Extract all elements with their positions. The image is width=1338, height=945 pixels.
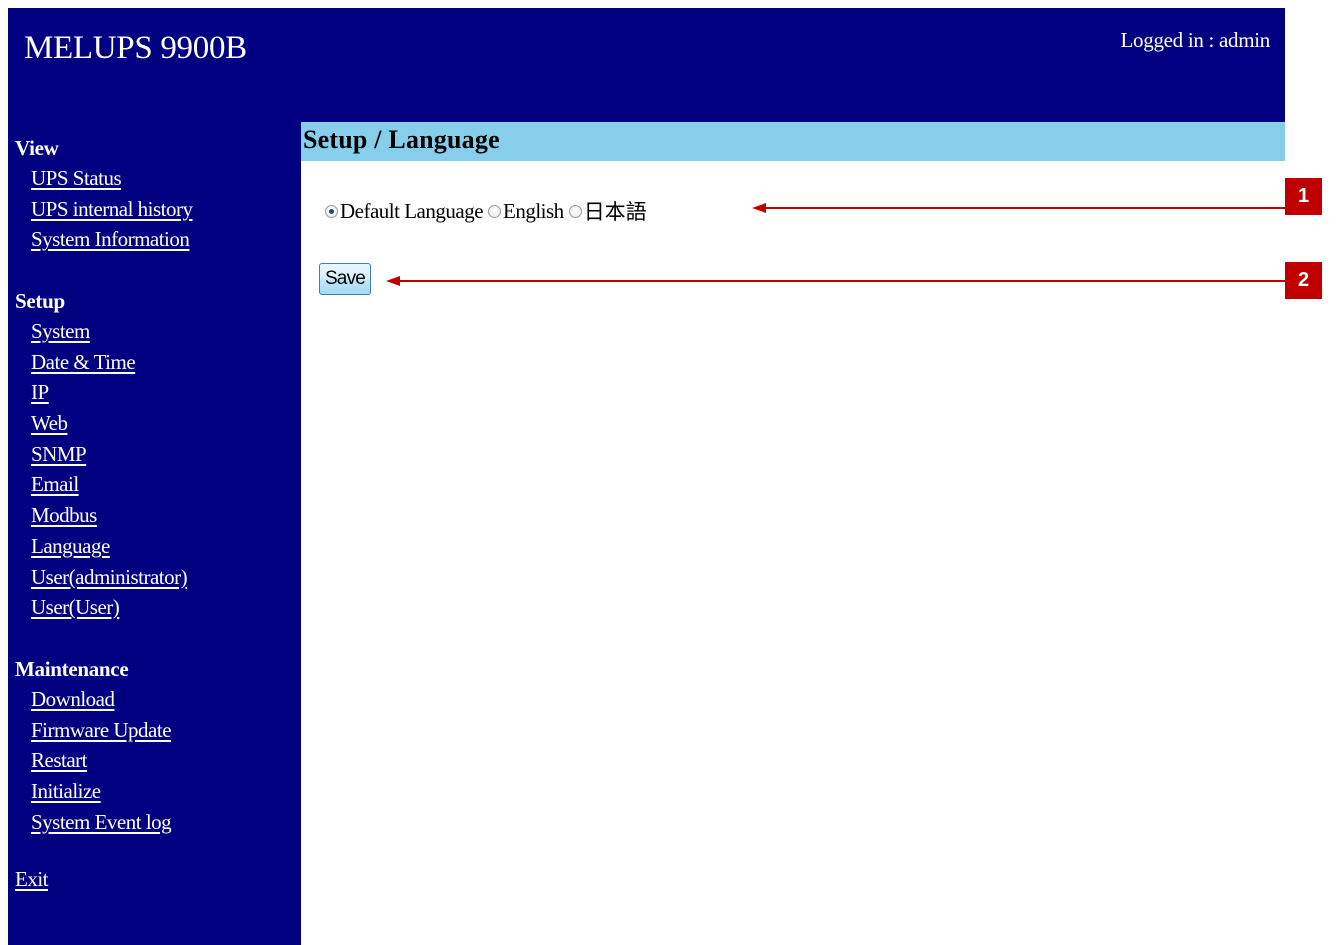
radio-button-default-language[interactable] — [325, 204, 338, 218]
nav-heading-view: View — [15, 136, 59, 160]
nav-link-system-information[interactable]: System Information — [31, 224, 193, 255]
nav-link-web[interactable]: Web — [31, 408, 187, 439]
nav-link-restart[interactable]: Restart — [31, 745, 171, 776]
page-title: Setup / Language — [303, 125, 500, 154]
nav-link-initialize[interactable]: Initialize — [31, 776, 171, 807]
radio-option-default-language[interactable]: Default Language — [325, 198, 484, 224]
sidebar-nav: View UPS Status UPS internal history Sys… — [8, 122, 301, 945]
nav-section-setup: Setup System Date & Time IP Web SNMP Ema… — [15, 287, 188, 623]
radio-option-english[interactable]: English — [488, 199, 564, 224]
callout-badge-2: 2 — [1285, 262, 1322, 299]
nav-link-snmp[interactable]: SNMP — [31, 439, 187, 470]
language-radio-group: Default Language English 日本語 — [325, 196, 652, 226]
nav-link-exit[interactable]: Exit — [15, 867, 49, 892]
nav-link-firmware-update[interactable]: Firmware Update — [31, 715, 172, 746]
nav-link-ups-internal-history[interactable]: UPS internal history — [31, 194, 193, 225]
nav-link-modbus[interactable]: Modbus — [31, 500, 187, 531]
login-status: Logged in : admin — [1120, 28, 1271, 52]
callout-arrow-2 — [386, 276, 1285, 286]
save-button[interactable]: Save — [319, 263, 371, 295]
nav-link-user-administrator[interactable]: User(administrator) — [31, 562, 188, 593]
nav-link-email[interactable]: Email — [31, 469, 187, 500]
nav-link-ups-status[interactable]: UPS Status — [31, 163, 193, 194]
nav-link-date-time[interactable]: Date & Time — [31, 347, 187, 378]
nav-link-user-user[interactable]: User(User) — [31, 592, 187, 623]
page-title-bar: Setup / Language — [301, 122, 1285, 161]
radio-button-japanese[interactable] — [568, 204, 582, 218]
nav-heading-maintenance: Maintenance — [15, 657, 129, 681]
radio-label-japanese: 日本語 — [583, 200, 647, 224]
nav-heading-setup: Setup — [15, 289, 65, 313]
callout-badge-1: 1 — [1285, 178, 1322, 215]
radio-option-japanese[interactable]: 日本語 — [568, 196, 647, 226]
callout-arrow-1 — [752, 203, 1285, 213]
nav-section-view: View UPS Status UPS internal history Sys… — [15, 134, 193, 255]
nav-link-download[interactable]: Download — [31, 684, 171, 715]
nav-link-system-event-log[interactable]: System Event log — [31, 807, 172, 838]
nav-link-language[interactable]: Language — [31, 531, 187, 562]
app-title: MELUPS 9900B — [24, 30, 247, 66]
radio-label-default-language: Default Language — [340, 198, 484, 223]
radio-label-english: English — [503, 198, 564, 223]
header-bar: MELUPS 9900B Logged in : admin — [8, 8, 1285, 122]
nav-link-ip[interactable]: IP — [31, 377, 187, 408]
nav-link-system[interactable]: System — [31, 316, 187, 347]
radio-button-english[interactable] — [488, 204, 502, 218]
nav-section-maintenance: Maintenance Download Firmware Update Res… — [15, 655, 172, 838]
